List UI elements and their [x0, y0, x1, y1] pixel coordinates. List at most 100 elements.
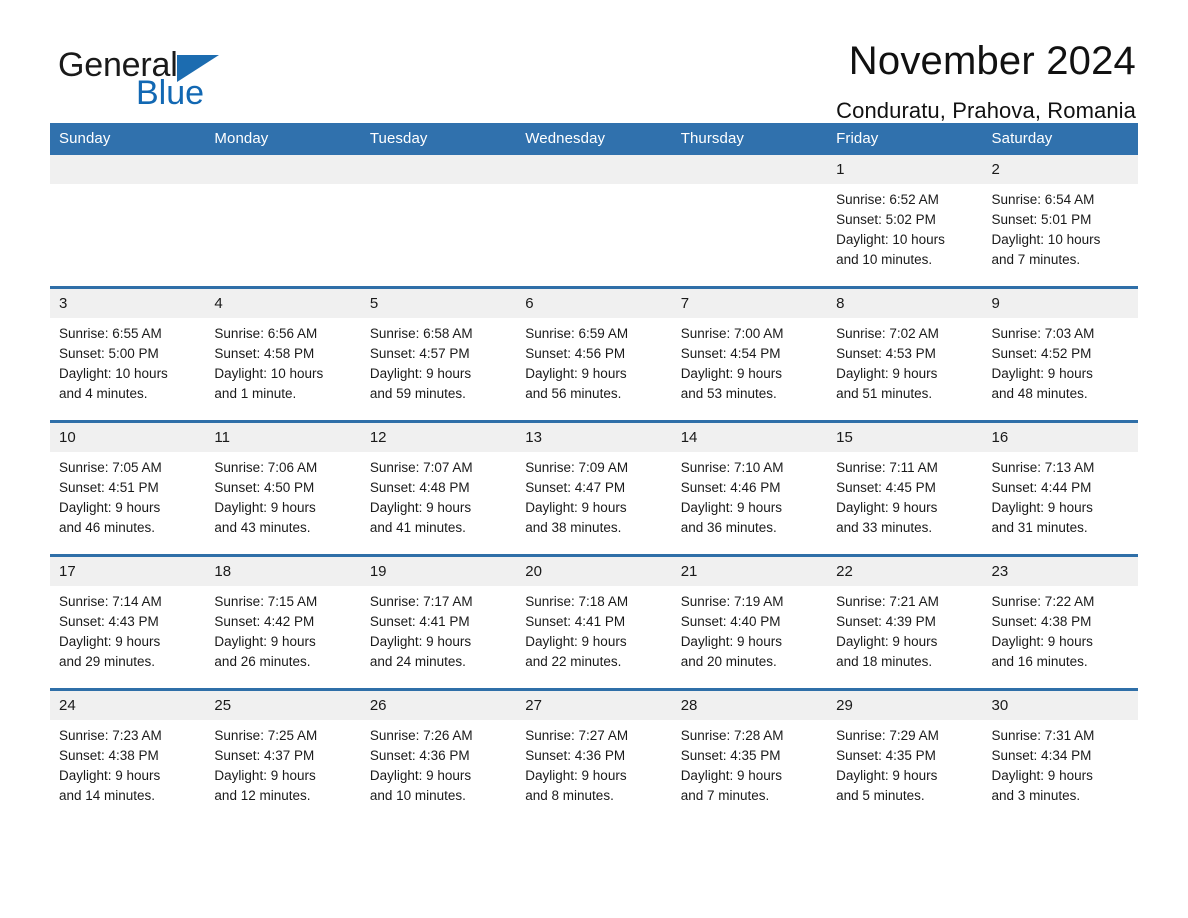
sunrise-text: Sunrise: 7:07 AM — [369, 460, 473, 475]
daylight-text-line2: and 20 minutes. — [680, 654, 777, 669]
daylight-text-line2: and 36 minutes. — [680, 520, 777, 535]
calendar-day-cell[interactable]: 4 Sunrise: 6:56 AM Sunset: 4:58 PM Daylight… — [205, 286, 361, 422]
sunset-text: Sunset: 4:48 PM — [369, 480, 470, 495]
calendar-day-cell[interactable]: 22 Sunrise: 7:21 AM Sunset: 4:39 PM Dayligh… — [827, 554, 983, 690]
sunrise-text: Sunrise: 7:15 AM — [214, 594, 318, 609]
calendar-day-cell[interactable]: 23 Sunrise: 7:22 AM Sunset: 4:38 PM Dayligh… — [982, 554, 1138, 690]
calendar-day-cell[interactable]: 5 Sunrise: 6:58 AM Sunset: 4:57 PM Daylight… — [360, 286, 517, 422]
daylight-text-line1: Daylight: 10 hours — [214, 366, 324, 381]
sunset-text: Sunset: 5:02 PM — [836, 212, 936, 227]
calendar-day-cell[interactable]: 7 Sunrise: 7:00 AM Sunset: 4:54 PM Daylight… — [671, 286, 828, 422]
calendar-day-cell[interactable]: 30 Sunrise: 7:31 AM Sunset: 4:34 PM Dayligh… — [982, 688, 1138, 822]
daylight-text-line2: and 1 minute. — [214, 386, 297, 401]
calendar-day-cell[interactable]: 11 Sunrise: 7:06 AM Sunset: 4:50 PM Dayligh… — [205, 420, 361, 556]
calendar-day-cell[interactable]: 12 Sunrise: 7:07 AM Sunset: 4:48 PM Dayligh… — [360, 420, 517, 556]
sunrise-text: Sunrise: 7:06 AM — [214, 460, 318, 475]
day-number — [671, 155, 828, 184]
page-header: General Blue November 2024 Conduratu, Pr… — [50, 0, 1138, 123]
calendar-day-cell[interactable]: 3 Sunrise: 6:55 AM Sunset: 5:00 PM Daylight… — [50, 286, 206, 422]
day-cell-inner: 15 Sunrise: 7:11 AM Sunset: 4:45 PM Dayligh… — [827, 423, 983, 554]
calendar-day-cell[interactable]: 6 Sunrise: 6:59 AM Sunset: 4:56 PM Daylight… — [516, 286, 672, 422]
calendar-day-cell[interactable]: 8 Sunrise: 7:02 AM Sunset: 4:53 PM Daylight… — [827, 286, 983, 422]
calendar-day-cell[interactable]: 24 Sunrise: 7:23 AM Sunset: 4:38 PM Dayligh… — [50, 688, 206, 822]
sunrise-text: Sunrise: 6:55 AM — [59, 326, 162, 341]
calendar-day-cell[interactable]: 9 Sunrise: 7:03 AM Sunset: 4:52 PM Daylight… — [982, 286, 1138, 422]
general-blue-logo: General Blue — [58, 48, 358, 120]
weekday-header-sunday: Sunday — [50, 123, 206, 155]
day-number: 14 — [671, 423, 828, 452]
sunset-text: Sunset: 4:54 PM — [680, 346, 781, 361]
sunset-text: Sunset: 4:38 PM — [991, 614, 1092, 629]
sunset-text: Sunset: 4:35 PM — [680, 748, 781, 763]
daylight-text-line1: Daylight: 9 hours — [59, 500, 161, 515]
daylight-text-line2: and 51 minutes. — [836, 386, 933, 401]
day-cell-details: Sunrise: 7:31 AM Sunset: 4:34 PM Daylight:… — [983, 720, 1138, 806]
daylight-text-line2: and 43 minutes. — [214, 520, 311, 535]
calendar-day-cell[interactable]: 1 Sunrise: 6:52 AM Sunset: 5:02 PM Daylight… — [827, 155, 983, 288]
sunrise-text: Sunrise: 6:54 AM — [991, 192, 1095, 207]
calendar-day-cell[interactable]: 26 Sunrise: 7:26 AM Sunset: 4:36 PM Dayligh… — [360, 688, 517, 822]
day-number: 23 — [982, 557, 1138, 586]
calendar-day-cell[interactable]: 17 Sunrise: 7:14 AM Sunset: 4:43 PM Dayligh… — [50, 554, 206, 690]
day-number: 9 — [982, 289, 1138, 318]
day-cell-details: Sunrise: 6:59 AM Sunset: 4:56 PM Daylight:… — [516, 318, 671, 404]
day-cell-inner: 28 Sunrise: 7:28 AM Sunset: 4:35 PM Dayligh… — [671, 691, 828, 822]
calendar-table: Sunday Monday Tuesday Wednesday Thursday… — [50, 123, 1138, 822]
sunset-text: Sunset: 4:43 PM — [59, 614, 159, 629]
calendar-day-cell[interactable]: 18 Sunrise: 7:15 AM Sunset: 4:42 PM Dayligh… — [205, 554, 361, 690]
daylight-text-line1: Daylight: 9 hours — [525, 768, 627, 783]
calendar-day-cell-empty — [671, 155, 828, 288]
sunrise-text: Sunrise: 6:59 AM — [525, 326, 629, 341]
calendar-day-cell[interactable]: 13 Sunrise: 7:09 AM Sunset: 4:47 PM Dayligh… — [516, 420, 672, 556]
sunrise-text: Sunrise: 7:26 AM — [369, 728, 473, 743]
calendar-day-cell[interactable]: 29 Sunrise: 7:29 AM Sunset: 4:35 PM Dayligh… — [827, 688, 983, 822]
calendar-day-cell[interactable]: 25 Sunrise: 7:25 AM Sunset: 4:37 PM Dayligh… — [205, 688, 361, 822]
calendar-day-cell[interactable]: 15 Sunrise: 7:11 AM Sunset: 4:45 PM Dayligh… — [827, 420, 983, 556]
daylight-text-line2: and 7 minutes. — [991, 252, 1081, 267]
daylight-text-line1: Daylight: 9 hours — [680, 500, 782, 515]
daylight-text-line2: and 41 minutes. — [369, 520, 466, 535]
calendar-day-cell[interactable]: 21 Sunrise: 7:19 AM Sunset: 4:40 PM Dayligh… — [671, 554, 828, 690]
day-cell-details: Sunrise: 7:27 AM Sunset: 4:36 PM Daylight:… — [516, 720, 671, 806]
calendar-day-cell[interactable]: 14 Sunrise: 7:10 AM Sunset: 4:46 PM Dayligh… — [671, 420, 828, 556]
sunrise-text: Sunrise: 7:13 AM — [991, 460, 1095, 475]
day-cell-inner: 3 Sunrise: 6:55 AM Sunset: 5:00 PM Daylight… — [50, 289, 206, 420]
day-cell-details: Sunrise: 6:55 AM Sunset: 5:00 PM Daylight:… — [50, 318, 205, 404]
weekday-header-row: Sunday Monday Tuesday Wednesday Thursday… — [50, 123, 1138, 155]
calendar-day-cell[interactable]: 19 Sunrise: 7:17 AM Sunset: 4:41 PM Dayligh… — [360, 554, 517, 690]
calendar-day-cell[interactable]: 16 Sunrise: 7:13 AM Sunset: 4:44 PM Dayligh… — [982, 420, 1138, 556]
calendar-week-row: 10 Sunrise: 7:05 AM Sunset: 4:51 PM Dayligh… — [50, 420, 1138, 556]
calendar-day-cell[interactable]: 20 Sunrise: 7:18 AM Sunset: 4:41 PM Dayligh… — [516, 554, 672, 690]
day-number: 10 — [50, 423, 206, 452]
day-cell-details — [50, 184, 205, 190]
daylight-text-line1: Daylight: 9 hours — [525, 366, 627, 381]
day-cell-inner — [205, 155, 361, 286]
sunset-text: Sunset: 4:40 PM — [680, 614, 781, 629]
day-cell-details: Sunrise: 7:06 AM Sunset: 4:50 PM Daylight:… — [205, 452, 360, 538]
calendar-day-cell[interactable]: 2 Sunrise: 6:54 AM Sunset: 5:01 PM Daylight… — [982, 155, 1138, 288]
daylight-text-line1: Daylight: 9 hours — [369, 634, 472, 649]
day-cell-details: Sunrise: 7:22 AM Sunset: 4:38 PM Daylight:… — [983, 586, 1138, 672]
day-cell-inner: 7 Sunrise: 7:00 AM Sunset: 4:54 PM Daylight… — [671, 289, 828, 420]
day-number: 1 — [827, 155, 983, 184]
daylight-text-line1: Daylight: 9 hours — [836, 634, 938, 649]
calendar-day-cell[interactable]: 27 Sunrise: 7:27 AM Sunset: 4:36 PM Dayligh… — [516, 688, 672, 822]
day-number: 6 — [516, 289, 672, 318]
sunset-text: Sunset: 4:47 PM — [525, 480, 626, 495]
sunset-text: Sunset: 4:36 PM — [369, 748, 470, 763]
day-cell-inner: 9 Sunrise: 7:03 AM Sunset: 4:52 PM Daylight… — [982, 289, 1138, 420]
sunrise-text: Sunrise: 7:09 AM — [525, 460, 629, 475]
calendar-day-cell[interactable]: 28 Sunrise: 7:28 AM Sunset: 4:35 PM Dayligh… — [671, 688, 828, 822]
day-number: 8 — [827, 289, 983, 318]
day-cell-inner — [360, 155, 517, 286]
sunset-text: Sunset: 4:37 PM — [214, 748, 315, 763]
sunset-text: Sunset: 5:00 PM — [59, 346, 159, 361]
daylight-text-line2: and 7 minutes. — [680, 788, 770, 803]
daylight-text-line2: and 8 minutes. — [525, 788, 614, 803]
day-number: 29 — [827, 691, 983, 720]
sunrise-text: Sunrise: 7:25 AM — [214, 728, 318, 743]
weekday-header-thursday: Thursday — [671, 123, 828, 155]
day-cell-details: Sunrise: 7:29 AM Sunset: 4:35 PM Daylight:… — [827, 720, 982, 806]
day-cell-inner: 4 Sunrise: 6:56 AM Sunset: 4:58 PM Daylight… — [205, 289, 361, 420]
calendar-day-cell[interactable]: 10 Sunrise: 7:05 AM Sunset: 4:51 PM Dayligh… — [50, 420, 206, 556]
